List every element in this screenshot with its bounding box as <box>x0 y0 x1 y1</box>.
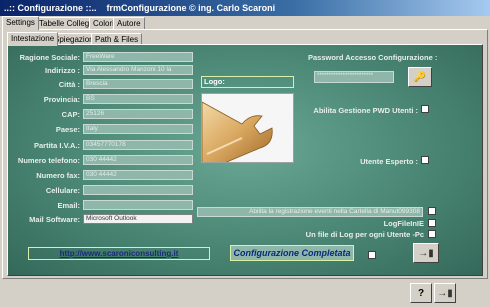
cellulare-field[interactable] <box>83 185 193 195</box>
label-indirizzo: Indirizzo : <box>45 66 80 75</box>
expert-user-label: Utente Esperto : <box>360 157 418 166</box>
telefono-field[interactable]: 030 44442 <box>83 155 193 165</box>
label-cellulare: Cellulare: <box>45 186 80 195</box>
label-citta: Città : <box>58 80 80 89</box>
label-numero-telefono: Numero telefono: <box>17 156 80 165</box>
partita-iva-field[interactable]: 03457770178 <box>83 140 193 150</box>
citta-field[interactable]: Brescia <box>83 79 193 89</box>
panel-exit-button[interactable]: →▮ <box>413 243 439 263</box>
exit-door-icon: →▮ <box>437 287 453 299</box>
logfile-checkbox[interactable] <box>428 219 436 227</box>
key-icon: 🔑 <box>413 71 427 83</box>
help-button[interactable]: ? <box>410 283 432 303</box>
window-title: ..:: Configurazione ::.. frmConfigurazio… <box>0 0 490 16</box>
logo-image[interactable] <box>201 93 294 163</box>
ragione-sociale-field[interactable]: FreeWare <box>83 52 193 62</box>
mail-software-select[interactable]: Microsoft Outlook <box>83 214 193 224</box>
label-provincia: Provincia: <box>43 95 80 104</box>
label-numero-fax: Numero fax: <box>36 171 80 180</box>
label-email: Email: <box>57 201 80 210</box>
tab-intestazione[interactable]: Intestazione <box>7 32 59 46</box>
label-ragione-sociale: Ragione Sociale: <box>19 53 80 62</box>
completed-checkbox[interactable] <box>368 251 376 259</box>
indirizzo-field[interactable]: Via Alessandro Manzoni 10 la <box>83 65 193 75</box>
fax-field[interactable]: 030 44442 <box>83 170 193 180</box>
cap-field[interactable]: 25126 <box>83 109 193 119</box>
label-mail-software: Mail Software: <box>29 215 80 224</box>
label-partita-iva: Partita I.V.A.: <box>34 141 80 150</box>
email-field[interactable] <box>83 200 193 210</box>
key-button[interactable]: 🔑 <box>408 67 432 87</box>
status-completed-label: Configurazione Completata <box>230 245 354 261</box>
provincia-field[interactable]: BS <box>83 94 193 104</box>
log-events-label: Abilita la registrazione eventi nella Ca… <box>197 207 423 217</box>
password-label: Password Accesso Configurazione : <box>308 53 438 62</box>
label-cap: CAP: <box>61 110 80 119</box>
log-events-checkbox[interactable] <box>428 207 436 215</box>
paese-field[interactable]: Italy <box>83 124 193 134</box>
logfile-label: LogFileInIE <box>383 219 424 228</box>
log-per-user-checkbox[interactable] <box>428 230 436 238</box>
pwd-users-checkbox[interactable] <box>421 105 429 113</box>
help-icon: ? <box>417 287 425 299</box>
website-link[interactable]: http://www.scaroniconsulting.it <box>28 247 210 260</box>
expert-user-checkbox[interactable] <box>421 156 429 164</box>
intestazione-panel: Ragione Sociale: Indirizzo : Città : Pro… <box>7 44 483 276</box>
pwd-users-label: Abilita Gestione PWD Utenti : <box>313 106 418 115</box>
logo-label: Logo: <box>201 76 294 88</box>
label-paese: Paese: <box>55 125 80 134</box>
exit-button[interactable]: →▮ <box>434 283 456 303</box>
tab-settings[interactable]: Settings <box>2 16 39 30</box>
settings-panel: Intestazione Spiegazioni Path & Files Ra… <box>2 29 488 279</box>
exit-door-icon: →▮ <box>418 247 434 259</box>
log-per-user-label: Un file di Log per ogni Utente -Pc <box>305 230 424 239</box>
password-field[interactable]: ************************ <box>314 71 394 83</box>
wrench-logo-icon <box>202 101 273 162</box>
